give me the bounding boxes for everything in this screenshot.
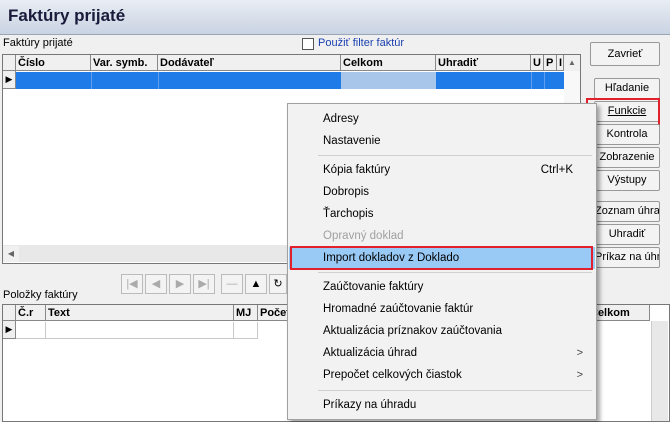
submenu-arrow-icon: > [576,347,583,359]
column-header-cr[interactable]: Č.r [16,305,46,321]
menu-item-dobropis[interactable]: Dobropis [289,181,595,203]
next-record-icon[interactable]: ▶ [169,274,191,294]
menu-item-prepocet-ciastok[interactable]: Prepočet celkových čiastok > [289,364,595,386]
scroll-up-icon[interactable]: ▲ [564,55,580,71]
outputs-button[interactable]: Výstupy [594,170,660,191]
menu-separator [318,272,592,273]
payment-order-button[interactable]: Príkaz na úhr. [594,247,660,268]
column-header-var-symb[interactable]: Var. symb. [91,55,158,71]
pay-button[interactable]: Uhradiť [594,224,660,245]
import-highlight [290,246,593,270]
column-header-celkom[interactable]: Celkom [341,55,436,71]
row-indicator: ▶ [3,71,16,89]
menu-item-shortcut: Ctrl+K [540,164,573,176]
menu-item-aktualizacia-priznakov[interactable]: Aktualizácia príznakov zaúčtovania [289,320,595,342]
last-record-icon[interactable]: ▶| [193,274,215,294]
table-cell[interactable] [46,322,234,339]
search-button[interactable]: Hľadanie [594,78,660,99]
display-button[interactable]: Zobrazenie [594,147,660,168]
row-indicator: ▶ [3,321,16,339]
menu-item-opravny-doklad: Opravný doklad [323,230,404,242]
payments-list-button[interactable]: Zoznam úhrad [594,201,660,222]
menu-separator [318,390,592,391]
items-section-label: Položky faktúry [3,289,78,301]
refresh-icon[interactable]: ↻ [269,274,287,294]
table-cell[interactable] [234,322,258,339]
menu-item-tarchopis[interactable]: Ťarchopis [289,203,595,225]
functions-highlight [586,98,660,126]
menu-item-prikazy-na-uhradu[interactable]: Príkazy na úhradu [289,394,595,416]
table-row-selected[interactable] [16,72,564,89]
window-title-bar: Faktúry prijaté [0,0,670,35]
row-indicator-header [3,305,16,321]
submenu-arrow-icon: > [576,369,583,381]
prev-record-icon[interactable]: ◀ [145,274,167,294]
close-button[interactable]: Zavrieť [590,42,660,66]
scroll-left-icon[interactable]: ◀ [3,246,19,262]
menu-item-adresy[interactable]: Adresy [289,108,595,130]
menu-item-aktualizacia-uhrad[interactable]: Aktualizácia úhrad > [289,342,595,364]
table-cell[interactable] [16,322,46,339]
control-button[interactable]: Kontrola [594,124,660,145]
menu-item-zauctovanie-faktury[interactable]: Zaúčtovanie faktúry [289,276,595,298]
functions-context-menu[interactable]: Adresy Nastavenie Kópia faktúry Ctrl+K D… [287,103,597,420]
column-header-celkom[interactable]: Celkom [588,305,650,321]
row-indicator-header [3,55,16,71]
invoices-section-label: Faktúry prijaté [3,37,73,49]
column-header-p[interactable]: P [544,55,557,71]
filter-checkbox-label[interactable]: Použiť filter faktúr [318,37,404,49]
items-vertical-scrollbar[interactable] [651,321,668,421]
menu-item-hromadne-zauctovanie[interactable]: Hromadné zaúčtovanie faktúr [289,298,595,320]
move-up-icon[interactable]: ▲ [245,274,267,294]
column-header-u[interactable]: U [531,55,544,71]
filter-checkbox[interactable] [302,38,314,50]
first-record-icon[interactable]: |◀ [121,274,143,294]
column-header-uhradit[interactable]: Uhradiť [436,55,531,71]
window-title: Faktúry prijaté [8,6,126,25]
column-header-i[interactable]: I [557,55,564,71]
delete-record-icon[interactable]: — [221,274,243,294]
column-header-dodavatel[interactable]: Dodávateľ [158,55,341,71]
menu-item-label: Kópia faktúry [323,164,391,176]
menu-separator [318,155,592,156]
column-header-mj[interactable]: MJ [234,305,258,321]
column-header-cislo[interactable]: Číslo [16,55,91,71]
column-header-text[interactable]: Text [46,305,234,321]
menu-item-label: Aktualizácia úhrad [323,347,417,359]
menu-item-nastavenie[interactable]: Nastavenie [289,130,595,152]
menu-item-label: Prepočet celkových čiastok [323,369,462,381]
menu-item-kopia-faktury[interactable]: Kópia faktúry Ctrl+K [289,159,595,181]
